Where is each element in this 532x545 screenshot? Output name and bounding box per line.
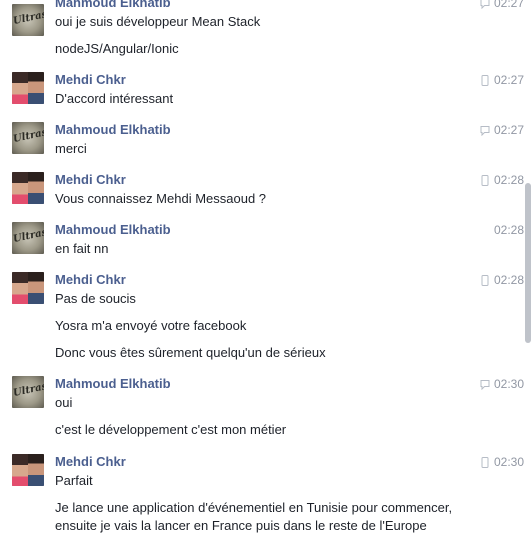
message-group: Ultras Mahmoud Elkhatib 02:27 oui je sui… xyxy=(0,0,524,56)
message-time: 02:27 xyxy=(480,122,524,138)
message-text: ensuite je vais la lancer en France puis… xyxy=(55,518,427,533)
mobile-icon xyxy=(481,456,489,468)
sender-name[interactable]: Mehdi Chkr xyxy=(55,172,126,188)
message-text: Parfait xyxy=(55,473,93,488)
message-group: Ultras Mahmoud Elkhatib 02:30 oui c'est … xyxy=(0,376,524,440)
chat-icon xyxy=(480,0,490,9)
mobile-icon xyxy=(481,274,489,286)
message-text: en fait nn xyxy=(55,241,109,256)
sender-name[interactable]: Mehdi Chkr xyxy=(55,72,126,88)
sender-name[interactable]: Mahmoud Elkhatib xyxy=(55,0,171,11)
ultras-logo: Ultras xyxy=(12,127,44,145)
time-label: 02:28 xyxy=(493,273,524,287)
message-time: 02:27 xyxy=(480,0,524,11)
message-text: D'accord intéressant xyxy=(55,91,174,106)
message-group: Mehdi Chkr 02:28 Pas de soucis Yosra m'a… xyxy=(0,272,524,362)
time-label: 02:30 xyxy=(493,377,524,391)
avatar[interactable] xyxy=(12,72,44,104)
message-text: Pas de soucis xyxy=(55,291,136,306)
mobile-icon xyxy=(481,174,489,186)
sender-name[interactable]: Mahmoud Elkhatib xyxy=(55,122,171,138)
sender-name[interactable]: Mahmoud Elkhatib xyxy=(55,222,171,238)
avatar[interactable]: Ultras xyxy=(12,222,44,254)
message-group: Mehdi Chkr 02:28 Vous connaissez Mehdi M… xyxy=(0,172,524,212)
message-text: merci xyxy=(55,141,87,156)
message-time: 02:28 xyxy=(494,222,524,238)
chat-icon xyxy=(480,125,490,136)
message-text: Je lance une application d'événementiel … xyxy=(55,500,453,515)
sender-name[interactable]: Mehdi Chkr xyxy=(55,454,126,470)
sender-name[interactable]: Mehdi Chkr xyxy=(55,272,126,288)
time-label: 02:27 xyxy=(493,73,524,87)
time-label: 02:28 xyxy=(493,173,524,187)
sender-name[interactable]: Mahmoud Elkhatib xyxy=(55,376,171,392)
ultras-logo: Ultras xyxy=(12,9,44,27)
time-label: 02:30 xyxy=(493,455,524,469)
message-time: 02:27 xyxy=(480,72,524,88)
avatar[interactable]: Ultras xyxy=(12,4,44,36)
message-text: Donc vous êtes sûrement quelqu'un de sér… xyxy=(55,345,326,360)
message-text: Vous connaissez Mehdi Messaoud ? xyxy=(55,191,267,206)
message-text: c'est le développement c'est mon métier xyxy=(55,422,287,437)
message-group: Mehdi Chkr 02:27 D'accord intéressant xyxy=(0,72,524,112)
message-text: oui xyxy=(55,395,73,410)
avatar[interactable]: Ultras xyxy=(12,376,44,408)
message-time: 02:30 xyxy=(480,376,524,392)
avatar[interactable] xyxy=(12,272,44,304)
message-text: nodeJS/Angular/Ionic xyxy=(55,41,179,56)
scrollbar-thumb[interactable] xyxy=(525,183,531,343)
avatar[interactable]: Ultras xyxy=(12,122,44,154)
time-label: 02:27 xyxy=(493,123,524,137)
message-time: 02:28 xyxy=(480,272,524,288)
message-thread[interactable]: Ultras Mahmoud Elkhatib 02:27 oui je sui… xyxy=(0,0,524,545)
chat-icon xyxy=(480,379,490,390)
message-time: 02:30 xyxy=(480,454,524,470)
ultras-logo: Ultras xyxy=(12,381,44,399)
time-label: 02:28 xyxy=(493,223,524,237)
message-time: 02:28 xyxy=(480,172,524,188)
time-label: 02:27 xyxy=(493,0,524,10)
message-text: Yosra m'a envoyé votre facebook xyxy=(55,318,247,333)
ultras-logo: Ultras xyxy=(12,227,44,245)
avatar[interactable] xyxy=(12,454,44,486)
mobile-icon xyxy=(481,74,489,86)
avatar[interactable] xyxy=(12,172,44,204)
message-group: Ultras Mahmoud Elkhatib 02:28 en fait nn xyxy=(0,222,524,262)
message-group: Mehdi Chkr 02:30 Parfait Je lance une ap… xyxy=(0,454,524,536)
message-group: Ultras Mahmoud Elkhatib 02:27 merci xyxy=(0,122,524,162)
message-text: oui je suis développeur Mean Stack xyxy=(55,14,261,29)
